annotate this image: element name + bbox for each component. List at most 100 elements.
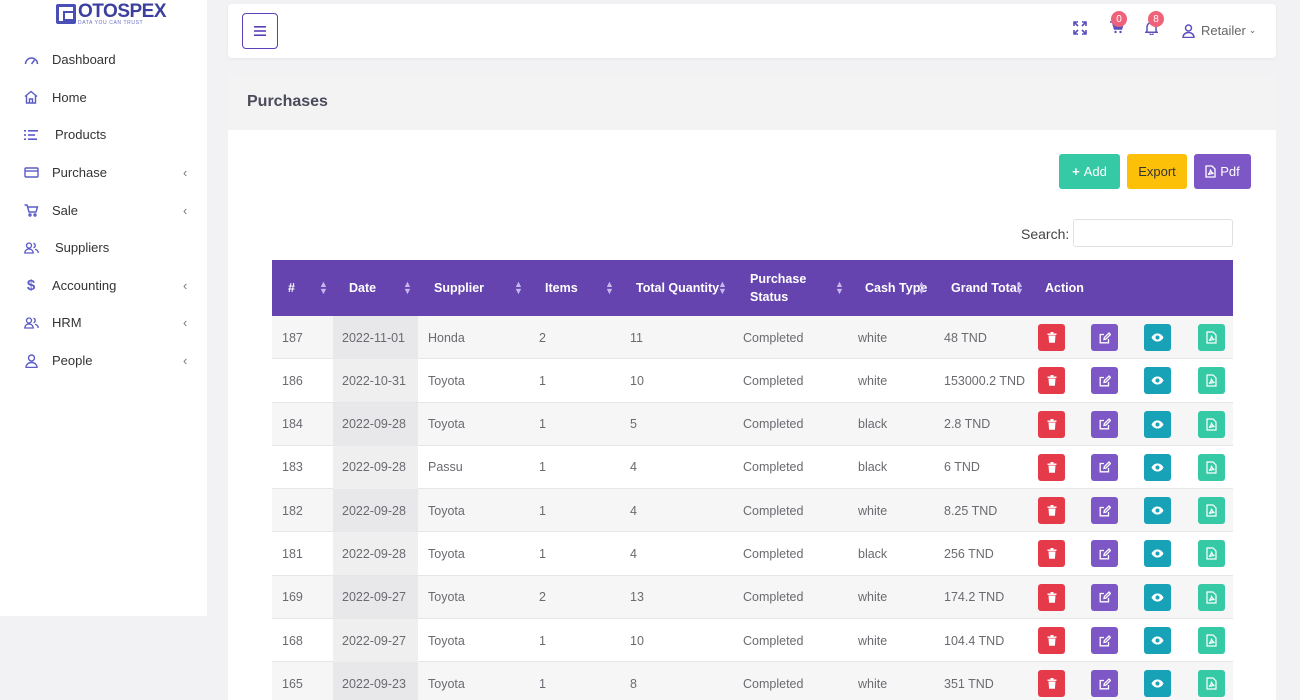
- export-button[interactable]: Export: [1127, 154, 1187, 189]
- column-header-date[interactable]: Date: [349, 260, 429, 316]
- column-header-cash-type[interactable]: Cash Type: [865, 260, 945, 316]
- sort-icon[interactable]: ▲ ▼: [403, 280, 412, 296]
- cart-count-badge: 0: [1111, 11, 1127, 27]
- edit-button[interactable]: [1091, 670, 1118, 698]
- cell-status: Completed: [743, 373, 804, 388]
- view-button[interactable]: [1144, 497, 1171, 525]
- sort-icon[interactable]: ▲ ▼: [319, 280, 328, 296]
- sidebar-item-accounting[interactable]: $ Accounting ‹: [0, 267, 207, 305]
- user-icon: [1182, 23, 1195, 38]
- view-button[interactable]: [1144, 583, 1171, 611]
- file-pdf-icon: [1206, 331, 1217, 344]
- cell-status: Completed: [743, 417, 804, 432]
- eye-icon: [1151, 420, 1164, 429]
- brand-tagline: DATA YOU CAN TRUST: [78, 20, 144, 26]
- edit-button[interactable]: [1091, 627, 1118, 655]
- edit-button[interactable]: [1091, 583, 1118, 611]
- trash-icon: [1047, 678, 1057, 690]
- view-button[interactable]: [1144, 670, 1171, 698]
- add-button[interactable]: + Add: [1059, 154, 1120, 189]
- delete-button[interactable]: [1038, 410, 1065, 438]
- sort-icon[interactable]: ▲ ▼: [514, 280, 523, 296]
- cell-date: 2022-09-28: [342, 417, 406, 432]
- column-header-grand-total[interactable]: Grand Total: [951, 260, 1041, 316]
- edit-button[interactable]: [1091, 497, 1118, 525]
- delete-button[interactable]: [1038, 453, 1065, 481]
- edit-icon: [1099, 548, 1111, 560]
- sidebar-item-suppliers[interactable]: Suppliers: [0, 229, 207, 267]
- sort-icon[interactable]: ▲ ▼: [835, 280, 844, 296]
- view-button[interactable]: [1144, 367, 1171, 395]
- edit-button[interactable]: [1091, 367, 1118, 395]
- column-header-supplier[interactable]: Supplier: [434, 260, 524, 316]
- column-header-id[interactable]: #: [288, 260, 348, 316]
- delete-button[interactable]: [1038, 540, 1065, 568]
- delete-button[interactable]: [1038, 583, 1065, 611]
- sidebar-item-purchase[interactable]: Purchase ‹: [0, 154, 207, 192]
- sort-icon[interactable]: ▲ ▼: [917, 280, 926, 296]
- cell-id: 183: [282, 460, 303, 475]
- view-button[interactable]: [1144, 627, 1171, 655]
- cell-id: 186: [282, 373, 303, 388]
- edit-button[interactable]: [1091, 410, 1118, 438]
- file-pdf-icon: [1206, 677, 1217, 690]
- user-menu[interactable]: Retailer ⌄: [1182, 23, 1256, 38]
- view-button[interactable]: [1144, 540, 1171, 568]
- cell-supplier: Toyota: [428, 417, 465, 432]
- sort-icon[interactable]: ▲ ▼: [1015, 280, 1024, 296]
- column-header-purchase-status[interactable]: Purchase Status: [750, 260, 840, 316]
- brand-logo[interactable]: OTOSPEX DATA YOU CAN TRUST: [56, 1, 167, 28]
- delete-button[interactable]: [1038, 627, 1065, 655]
- download-pdf-button[interactable]: [1198, 583, 1225, 611]
- download-pdf-button[interactable]: [1198, 324, 1225, 351]
- table-row: 182 2022-09-28 Toyota 1 4 Completed white 8.25 …: [272, 489, 1233, 533]
- sidebar-item-people[interactable]: People ‹: [0, 342, 207, 380]
- pdf-label: Pdf: [1220, 164, 1240, 179]
- cell-status: Completed: [743, 460, 804, 475]
- cell-items: 1: [539, 460, 546, 475]
- edit-button[interactable]: [1091, 540, 1118, 568]
- cell-total-quantity: 4: [630, 546, 637, 561]
- sidebar-item-products[interactable]: Products: [0, 116, 207, 154]
- sidebar-item-label: Products: [55, 127, 107, 143]
- download-pdf-button[interactable]: [1198, 453, 1225, 481]
- search-input[interactable]: [1073, 219, 1233, 247]
- delete-button[interactable]: [1038, 497, 1065, 525]
- download-pdf-button[interactable]: [1198, 627, 1225, 655]
- delete-button[interactable]: [1038, 367, 1065, 395]
- download-pdf-button[interactable]: [1198, 410, 1225, 438]
- cell-supplier: Toyota: [428, 590, 465, 605]
- view-button[interactable]: [1144, 324, 1171, 351]
- sidebar-item-home[interactable]: Home: [0, 79, 207, 117]
- download-pdf-button[interactable]: [1198, 670, 1225, 698]
- table-row: 183 2022-09-28 Passu 1 4 Completed black 6 TND: [272, 445, 1233, 490]
- download-pdf-button[interactable]: [1198, 367, 1225, 395]
- hamburger-icon: [254, 26, 266, 36]
- sidebar-item-sale[interactable]: Sale ‹: [0, 191, 207, 229]
- view-button[interactable]: [1144, 410, 1171, 438]
- column-header-total-quantity[interactable]: Total Quantity: [636, 260, 726, 316]
- edit-button[interactable]: [1091, 453, 1118, 481]
- sidebar-item-dashboard[interactable]: Dashboard: [0, 41, 207, 79]
- sidebar-item-label: HRM: [52, 315, 82, 331]
- download-pdf-button[interactable]: [1198, 497, 1225, 525]
- eye-icon: [1151, 549, 1164, 558]
- sort-icon[interactable]: ▲ ▼: [718, 280, 727, 296]
- brand-name: OTOSPEX: [78, 1, 167, 22]
- delete-button[interactable]: [1038, 324, 1065, 351]
- table-row: 165 2022-09-23 Toyota 1 8 Completed white 351 T…: [272, 662, 1233, 700]
- table-row: 184 2022-09-28 Toyota 1 5 Completed black 2.8 T…: [272, 402, 1233, 446]
- sort-icon[interactable]: ▲ ▼: [605, 280, 614, 296]
- fullscreen-button[interactable]: [1073, 21, 1087, 35]
- pdf-button[interactable]: Pdf: [1194, 154, 1251, 189]
- eye-icon: [1151, 593, 1164, 602]
- menu-toggle-button[interactable]: [242, 13, 278, 49]
- download-pdf-button[interactable]: [1198, 540, 1225, 568]
- cell-total-quantity: 4: [630, 503, 637, 518]
- view-button[interactable]: [1144, 453, 1171, 481]
- delete-button[interactable]: [1038, 670, 1065, 698]
- sidebar-item-hrm[interactable]: HRM ‹: [0, 304, 207, 342]
- cell-id: 182: [282, 503, 303, 518]
- edit-button[interactable]: [1091, 324, 1118, 351]
- cell-status: Completed: [743, 590, 804, 605]
